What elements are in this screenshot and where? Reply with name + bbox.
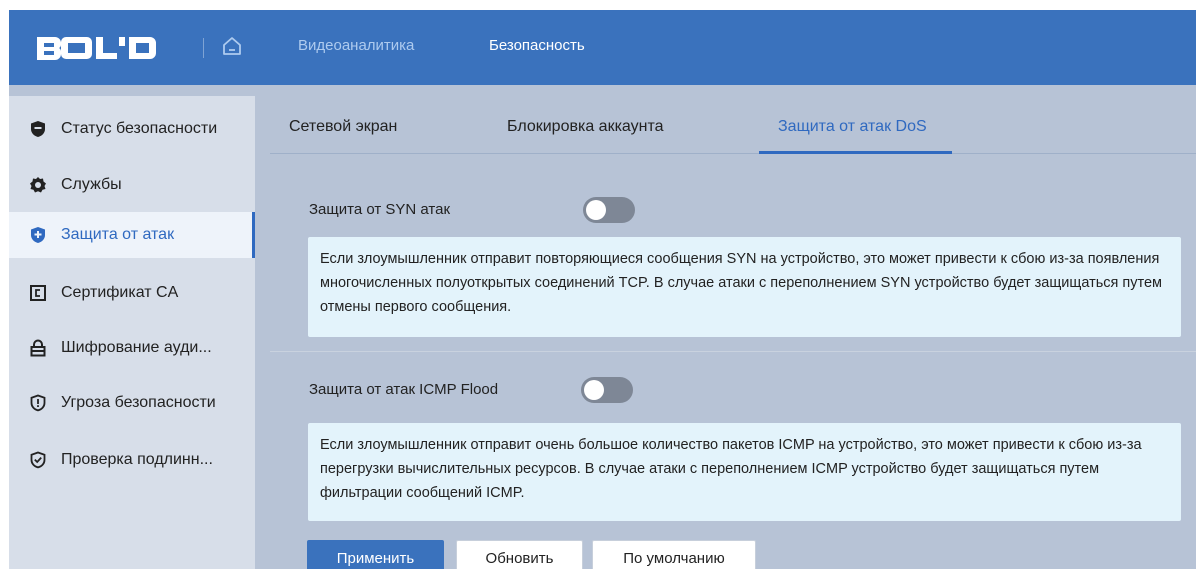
- sidebar-item-label: Проверка подлинн...: [61, 451, 213, 468]
- sidebar-item-label: Сертификат CA: [61, 284, 179, 301]
- certificate-icon: [29, 284, 47, 302]
- top-bar: Видеоаналитика Безопасность: [9, 10, 1196, 85]
- shield-check-icon: [29, 451, 47, 469]
- sidebar-item-ca-certificate[interactable]: Сертификат CA: [9, 270, 255, 316]
- nav-video-analytics[interactable]: Видеоаналитика: [298, 37, 414, 54]
- sidebar-item-authenticity-check[interactable]: Проверка подлинн...: [9, 437, 255, 483]
- sidebar-item-audio-encryption[interactable]: Шифрование ауди...: [9, 325, 255, 371]
- home-icon[interactable]: [221, 35, 243, 57]
- syn-protection-label: Защита от SYN атак: [309, 201, 451, 218]
- tab-bar: Сетевой экран Блокировка аккаунта Защита…: [270, 96, 1196, 154]
- app-window: Видеоаналитика Безопасность Статус безоп…: [9, 10, 1196, 569]
- sidebar-item-security-threat[interactable]: Угроза безопасности: [9, 380, 255, 426]
- sidebar-item-label: Статус безопасности: [61, 120, 218, 137]
- sidebar-item-label: Угроза безопасности: [61, 394, 216, 411]
- tab-dos-protection[interactable]: Защита от атак DoS: [778, 118, 927, 136]
- nav-security[interactable]: Безопасность: [489, 37, 585, 54]
- lock-icon: [29, 339, 47, 357]
- icmp-protection-toggle[interactable]: [581, 377, 633, 403]
- shield-alert-icon: [29, 394, 47, 412]
- shield-plus-icon: [29, 226, 47, 244]
- syn-info-box: Если злоумышленник отправит повторяющиес…: [308, 237, 1181, 337]
- shield-icon: [29, 120, 47, 138]
- main-content: Сетевой экран Блокировка аккаунта Защита…: [270, 96, 1196, 569]
- apply-button[interactable]: Применить: [307, 540, 444, 569]
- sidebar-item-attack-protection[interactable]: Защита от атак: [9, 212, 255, 258]
- gear-icon: [29, 176, 47, 194]
- sidebar-item-label: Службы: [61, 176, 122, 193]
- sidebar-item-services[interactable]: Службы: [9, 162, 255, 208]
- toggle-knob: [584, 380, 604, 400]
- syn-protection-toggle[interactable]: [583, 197, 635, 223]
- sidebar: Статус безопасности Службы Защита от ата…: [9, 96, 255, 569]
- icmp-info-box: Если злоумышленник отправит очень большо…: [308, 423, 1181, 521]
- toggle-knob: [586, 200, 606, 220]
- sidebar-item-label: Шифрование ауди...: [61, 339, 212, 356]
- section-divider: [270, 351, 1196, 352]
- icmp-protection-label: Защита от атак ICMP Flood: [309, 381, 499, 398]
- sidebar-item-security-status[interactable]: Статус безопасности: [9, 106, 255, 152]
- active-tab-indicator: [759, 151, 952, 154]
- tab-account-lockout[interactable]: Блокировка аккаунта: [507, 118, 664, 136]
- header-divider: [203, 38, 204, 58]
- refresh-button[interactable]: Обновить: [456, 540, 583, 569]
- tab-firewall[interactable]: Сетевой экран: [289, 118, 397, 136]
- default-button[interactable]: По умолчанию: [592, 540, 756, 569]
- bolid-logo: [35, 34, 165, 62]
- sidebar-item-label: Защита от атак: [61, 226, 175, 243]
